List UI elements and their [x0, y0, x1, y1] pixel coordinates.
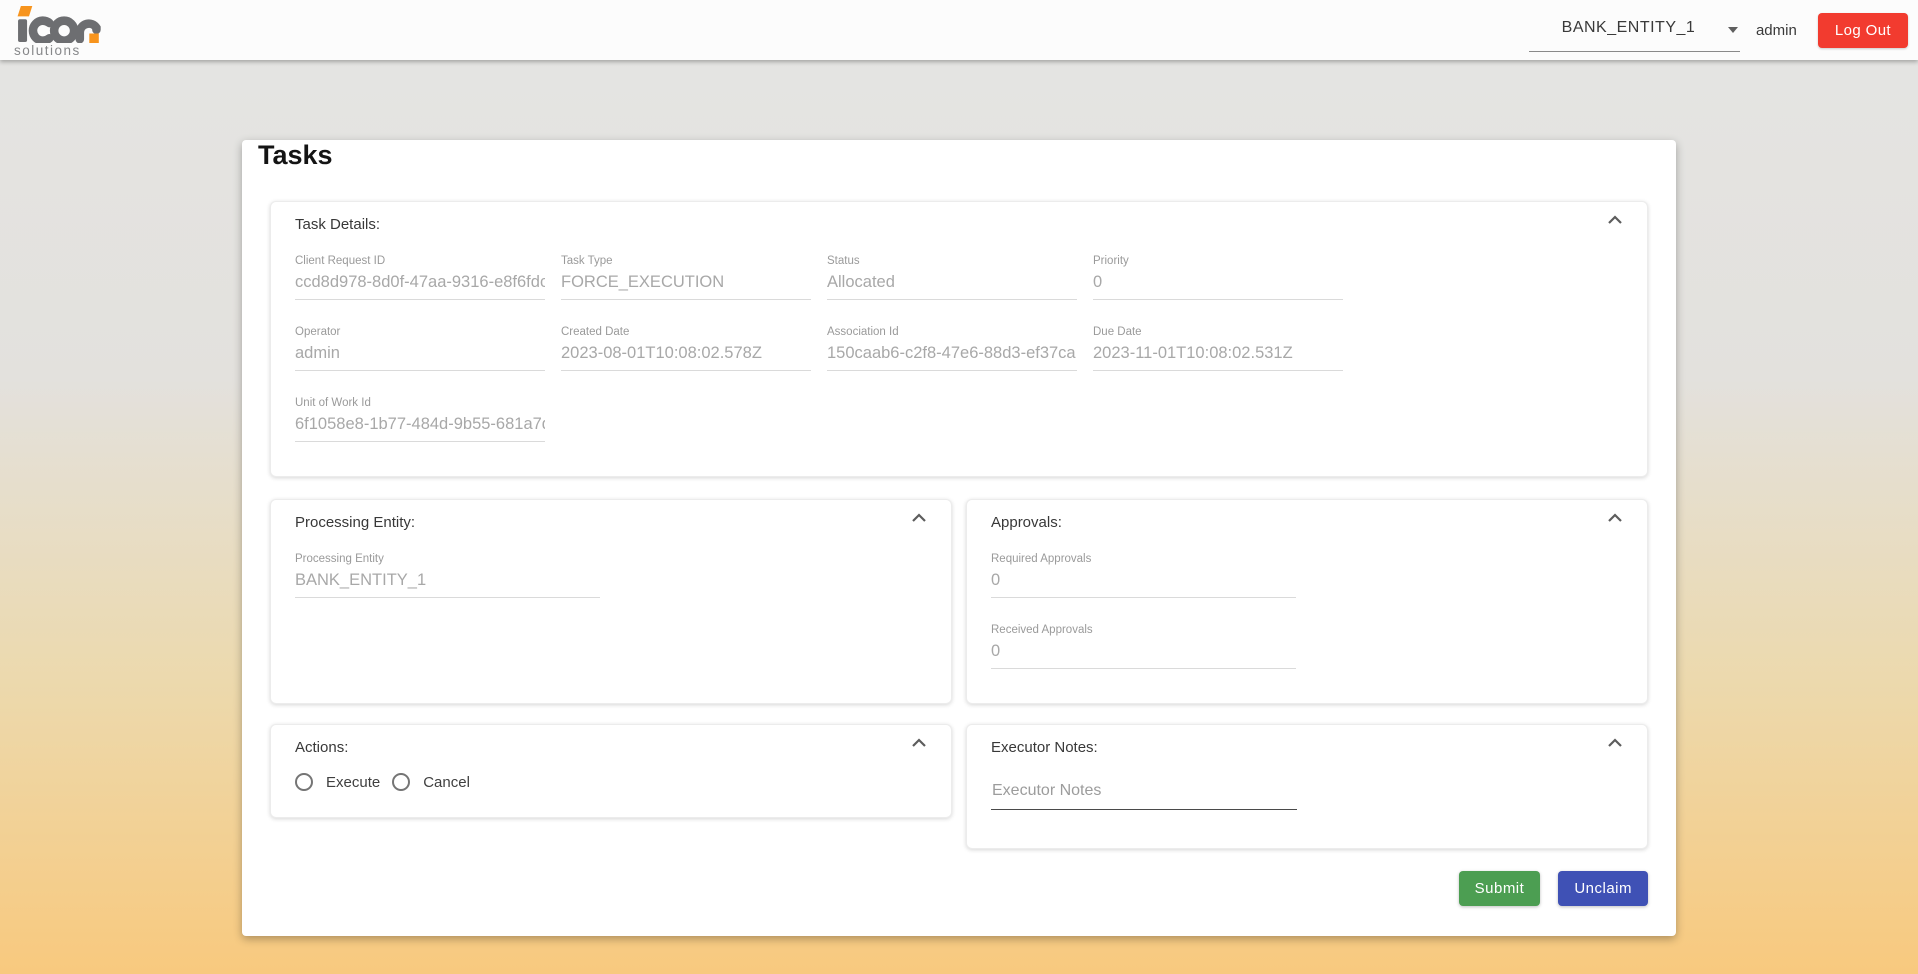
- approvals-fields: Required Approvals 0 Received Approvals …: [991, 553, 1623, 695]
- actions-options: Execute Cancel: [295, 773, 927, 801]
- bottom-row: Actions: Execute Cancel: [270, 724, 1648, 849]
- task-details-fields: Client Request ID ccd8d978-8d0f-47aa-931…: [295, 255, 1623, 468]
- approvals-panel: Approvals: Required Approvals 0 Received…: [966, 499, 1648, 704]
- page-title: Tasks: [258, 140, 1676, 171]
- submit-button[interactable]: Submit: [1459, 871, 1541, 906]
- radio-execute[interactable]: Execute: [295, 773, 380, 791]
- executor-notes-input[interactable]: [991, 782, 1297, 810]
- icon-solutions-logo-icon: [12, 5, 102, 43]
- chevron-up-icon[interactable]: [1607, 738, 1623, 748]
- chevron-up-icon[interactable]: [1607, 513, 1623, 523]
- app-header: solutions BANK_ENTITY_1 admin Log Out: [0, 0, 1918, 60]
- actions-panel: Actions: Execute Cancel: [270, 724, 952, 818]
- field-unit-of-work-id: Unit of Work Id 6f1058e8-1b77-484d-9b55-…: [295, 397, 545, 442]
- radio-cancel[interactable]: Cancel: [392, 773, 470, 791]
- tasks-card-content: Task Details: Client Request ID ccd8d978…: [270, 201, 1648, 906]
- page-background: Tasks Task Details: Client Request ID cc…: [0, 60, 1918, 974]
- field-priority: Priority 0: [1093, 255, 1343, 300]
- unclaim-button[interactable]: Unclaim: [1558, 871, 1648, 906]
- logout-button[interactable]: Log Out: [1818, 13, 1908, 48]
- processing-entity-fields: Processing Entity BANK_ENTITY_1: [295, 553, 927, 624]
- executor-notes-panel: Executor Notes:: [966, 724, 1648, 849]
- brand-tagline: solutions: [12, 44, 102, 58]
- approvals-title: Approvals:: [991, 514, 1623, 531]
- field-created-date: Created Date 2023-08-01T10:08:02.578Z: [561, 326, 811, 371]
- tasks-card: Tasks Task Details: Client Request ID cc…: [242, 140, 1676, 936]
- chevron-up-icon[interactable]: [911, 738, 927, 748]
- entity-select[interactable]: BANK_ENTITY_1: [1529, 9, 1740, 52]
- brand-logo: solutions: [12, 3, 102, 58]
- field-required-approvals: Required Approvals 0: [991, 553, 1296, 598]
- processing-entity-panel: Processing Entity: Processing Entity BAN…: [270, 499, 952, 704]
- actions-title: Actions:: [295, 739, 927, 756]
- field-association-id: Association Id 150caab6-c2f8-47e6-88d3-e…: [827, 326, 1077, 371]
- field-operator: Operator admin: [295, 326, 545, 371]
- field-processing-entity: Processing Entity BANK_ENTITY_1: [295, 553, 600, 598]
- field-received-approvals: Received Approvals 0: [991, 624, 1296, 669]
- middle-row: Processing Entity: Processing Entity BAN…: [270, 499, 1648, 704]
- executor-notes-title: Executor Notes:: [991, 739, 1623, 756]
- form-buttons: Submit Unclaim: [270, 871, 1648, 906]
- header-controls: BANK_ENTITY_1 admin Log Out: [1529, 9, 1908, 52]
- chevron-up-icon[interactable]: [1607, 215, 1623, 225]
- entity-select-value: BANK_ENTITY_1: [1562, 19, 1696, 37]
- field-client-request-id: Client Request ID ccd8d978-8d0f-47aa-931…: [295, 255, 545, 300]
- task-details-title: Task Details:: [295, 216, 1623, 233]
- processing-entity-title: Processing Entity:: [295, 514, 927, 531]
- chevron-up-icon[interactable]: [911, 513, 927, 523]
- radio-execute-circle[interactable]: [295, 773, 313, 791]
- username-label: admin: [1756, 22, 1797, 39]
- task-details-panel: Task Details: Client Request ID ccd8d978…: [270, 201, 1648, 477]
- radio-cancel-circle[interactable]: [392, 773, 410, 791]
- field-due-date: Due Date 2023-11-01T10:08:02.531Z: [1093, 326, 1343, 371]
- field-task-type: Task Type FORCE_EXECUTION: [561, 255, 811, 300]
- caret-down-icon: [1728, 27, 1738, 33]
- field-status: Status Allocated: [827, 255, 1077, 300]
